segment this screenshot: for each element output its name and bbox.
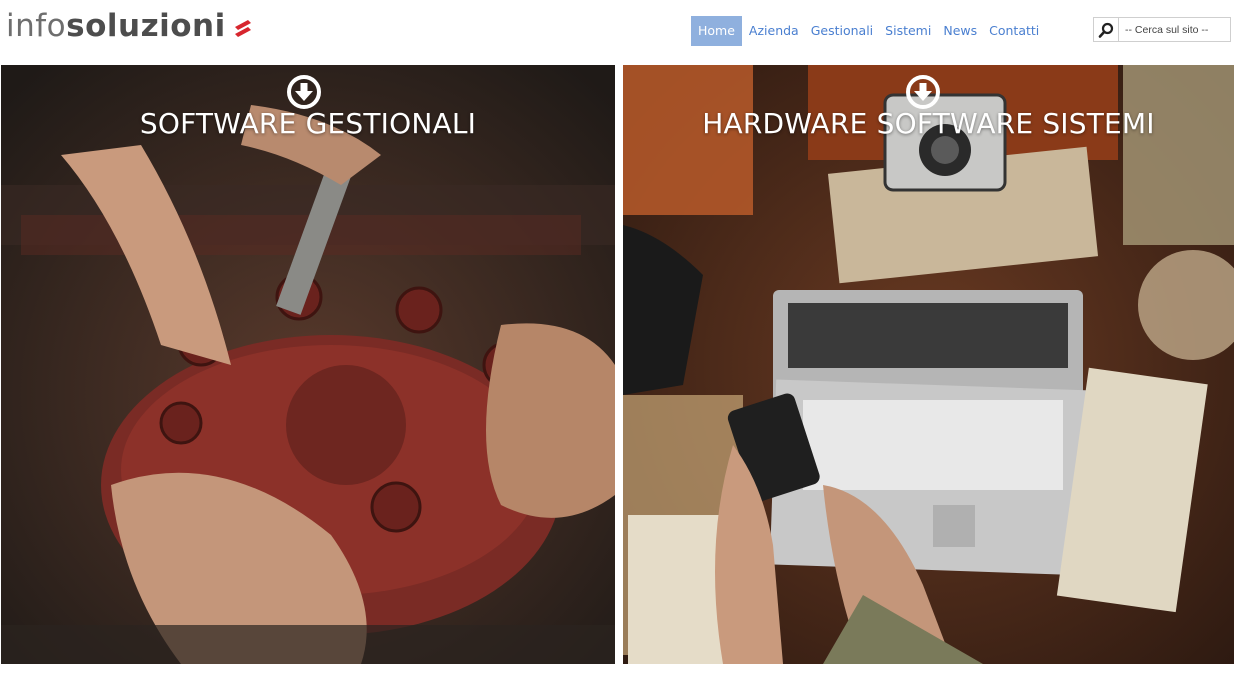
arrow-down-circle-icon[interactable] (906, 75, 940, 109)
site-logo[interactable]: info soluzioni (6, 8, 254, 48)
logo-mark-icon (234, 20, 251, 37)
panel-image-desk (623, 65, 1234, 664)
panel-title: SOFTWARE GESTIONALI (139, 107, 477, 140)
logo-text-bold: soluzioni (66, 8, 226, 44)
nav-item-gestionali[interactable]: Gestionali (806, 16, 878, 46)
logo-text-light: info (6, 8, 67, 44)
search-input[interactable] (1119, 17, 1231, 42)
nav-item-azienda[interactable]: Azienda (744, 16, 804, 46)
panel-software-gestionali[interactable]: SOFTWARE GESTIONALI (1, 65, 615, 664)
search-icon (1098, 22, 1114, 38)
nav-item-news[interactable]: News (938, 16, 982, 46)
site-search (1093, 17, 1231, 42)
arrow-down-circle-icon[interactable] (287, 75, 321, 109)
panel-image-workshop (1, 65, 615, 664)
search-button[interactable] (1093, 17, 1119, 42)
main-nav: Home Azienda Gestionali Sistemi News Con… (691, 16, 1044, 46)
site-header: info soluzioni Home Azienda Gestionali Si… (0, 0, 1234, 64)
nav-item-home[interactable]: Home (691, 16, 742, 46)
nav-item-contatti[interactable]: Contatti (984, 16, 1044, 46)
panel-hardware-software-sistemi[interactable]: HARDWARE SOFTWARE SISTEMI (623, 65, 1234, 664)
nav-item-sistemi[interactable]: Sistemi (880, 16, 936, 46)
panel-title: HARDWARE SOFTWARE SISTEMI (702, 107, 1155, 140)
